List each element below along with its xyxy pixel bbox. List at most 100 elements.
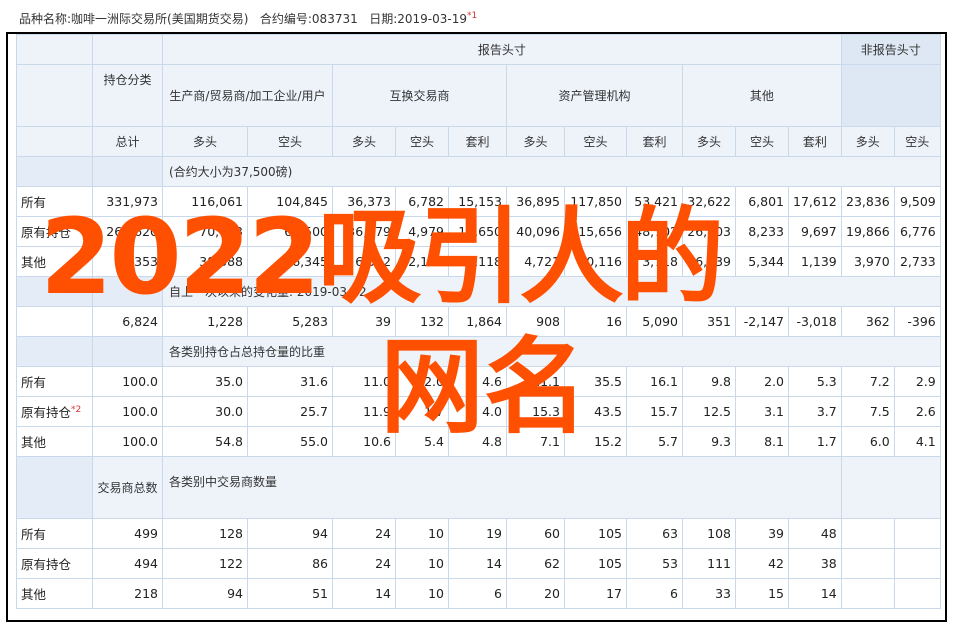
cell: 54.8 xyxy=(162,426,248,457)
contract-size-note: (合约大小为37,500磅) xyxy=(162,156,941,187)
cell: 2,193 xyxy=(395,246,449,277)
cell: 26,203 xyxy=(682,216,736,247)
cell: 2.0 xyxy=(735,366,789,397)
row-label: 原有持仓 xyxy=(16,216,93,247)
cell: 15.3 xyxy=(506,396,565,427)
cell xyxy=(893,548,941,579)
cell: 39 xyxy=(735,518,789,549)
row-label: 所有 xyxy=(16,518,93,549)
cell: 331,973 xyxy=(92,186,163,217)
cell: 15.2 xyxy=(564,426,627,457)
cell: 6 xyxy=(626,578,683,609)
cell: 17 xyxy=(564,578,627,609)
row-label-text: 原有持仓 xyxy=(21,405,72,420)
cell: 24 xyxy=(332,518,396,549)
cell: 117,850 xyxy=(564,186,627,217)
producer-long-header: 多头 xyxy=(162,126,248,157)
cell: 2.9 xyxy=(893,366,941,397)
cell: 33 xyxy=(682,578,736,609)
section-spacer xyxy=(92,276,163,307)
row-label: 原有持仓*2 xyxy=(16,396,93,427)
cell: 7.1 xyxy=(506,426,565,457)
table-row: 其他 100.0 54.8 55.0 10.6 5.4 4.8 7.1 15.2… xyxy=(16,426,941,457)
producer-header: 生产商/贸易商/加工企业/用户 xyxy=(162,64,333,127)
traders-note: 各类别中交易商数量 xyxy=(162,456,842,519)
cell: 115,656 xyxy=(564,216,627,247)
cell: 100.0 xyxy=(92,396,163,427)
cell: 6,776 xyxy=(893,216,941,247)
cell: 40,096 xyxy=(506,216,565,247)
cell: 36,895 xyxy=(506,186,565,217)
managed-short-header: 空头 xyxy=(564,126,627,157)
cell: 60 xyxy=(506,518,565,549)
swap-header: 互换交易商 xyxy=(332,64,507,127)
cell: 3.1 xyxy=(735,396,789,427)
cell: 5.4 xyxy=(395,426,449,457)
corner-cell-2 xyxy=(16,64,93,127)
footnote-mark: *1 xyxy=(466,11,478,21)
cell: 1.7 xyxy=(788,426,842,457)
cell: 25.7 xyxy=(247,396,333,427)
cell: 30.0 xyxy=(162,396,248,427)
cell: 5,090 xyxy=(626,306,683,337)
cell xyxy=(840,548,895,579)
cell: 68,500 xyxy=(247,216,333,247)
cell: 14 xyxy=(448,548,507,579)
cell: 10 xyxy=(395,518,449,549)
cell: 3.7 xyxy=(788,396,842,427)
cell: 9,697 xyxy=(788,216,842,247)
managed-money-header: 资产管理机构 xyxy=(506,64,683,127)
footnote-mark-2: *2 xyxy=(71,404,82,415)
cell: 16 xyxy=(564,306,627,337)
cell: 19,866 xyxy=(840,216,895,247)
contract-value: 083731 xyxy=(311,12,358,26)
cell: -396 xyxy=(893,306,941,337)
cell: 63 xyxy=(626,518,683,549)
cell: 36,345 xyxy=(247,246,333,277)
cell: 10,650 xyxy=(448,216,507,247)
row-label: 其他 xyxy=(16,578,93,609)
cell: 4.8 xyxy=(448,426,507,457)
table-row: 原有持仓*2 100.0 30.0 25.7 11.9 1.7 4.0 15.3… xyxy=(16,396,941,427)
cell: 31.6 xyxy=(247,366,333,397)
date-value: 2019-03-19 xyxy=(397,12,467,26)
cot-report-table: 报告头寸 非报告头寸 持仓分类 生产商/贸易商/加工企业/用户 互换交易商 资产… xyxy=(16,34,941,609)
cell: 35.5 xyxy=(564,366,627,397)
section-spacer xyxy=(16,156,93,187)
cell: 55.0 xyxy=(247,426,333,457)
traders-total-header: 交易商总数 xyxy=(92,456,163,519)
table-row: 6,824 1,228 5,283 39 132 1,864 908 16 5,… xyxy=(16,306,941,337)
cell: 14 xyxy=(788,578,842,609)
row-label: 其他 xyxy=(16,246,93,277)
cell: 42 xyxy=(735,548,789,579)
cell: 122 xyxy=(162,548,248,579)
date-label: 日期: xyxy=(369,12,398,26)
cell: 15,153 xyxy=(448,186,507,217)
cell: 24 xyxy=(332,548,396,579)
row-label: 所有 xyxy=(16,366,93,397)
cell: 39 xyxy=(332,306,396,337)
cell: 16.1 xyxy=(626,366,683,397)
cell: 53 xyxy=(626,548,683,579)
change-note: 自上一次以来的变化量: 2019-03-12 xyxy=(162,276,941,307)
cell: 4.0 xyxy=(448,396,507,427)
other-reportable-header: 其他 xyxy=(682,64,842,127)
cell: 86 xyxy=(247,548,333,579)
cell: 6 xyxy=(448,578,507,609)
cell: 218 xyxy=(92,578,163,609)
cell: 262,620 xyxy=(92,216,163,247)
cell: 7.5 xyxy=(840,396,895,427)
cell: -3,018 xyxy=(788,306,842,337)
cell: 5,344 xyxy=(735,246,789,277)
cell: 17,612 xyxy=(788,186,842,217)
cell: 111 xyxy=(682,548,736,579)
traders-note-blank xyxy=(840,456,941,519)
cell: 362 xyxy=(840,306,895,337)
share-note: 各类别持仓占总持仓量的比重 xyxy=(162,336,941,367)
section-spacer xyxy=(92,156,163,187)
cell: 6,782 xyxy=(395,186,449,217)
cell: 35,353 xyxy=(92,246,163,277)
cell: 36,579 xyxy=(332,216,396,247)
cell: 6,824 xyxy=(92,306,163,337)
cell: 1,864 xyxy=(448,306,507,337)
